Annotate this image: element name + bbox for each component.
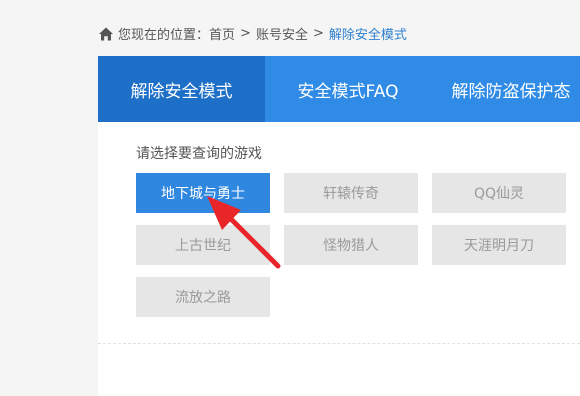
breadcrumb-home[interactable]: 首页 <box>209 24 235 43</box>
game-grid: 地下城与勇士 轩辕传奇 QQ仙灵 上古世纪 怪物猎人 天涯明月刀 流放之路 <box>136 173 580 323</box>
breadcrumb-separator: > <box>312 26 324 41</box>
divider <box>98 343 580 344</box>
content-panel: 解除安全模式 安全模式FAQ 解除防盗保护态 请选择要查询的游戏 地下城与勇士 … <box>98 56 580 396</box>
game-button-qqxianling[interactable]: QQ仙灵 <box>432 173 566 213</box>
game-button-xuanyuan[interactable]: 轩辕传奇 <box>284 173 418 213</box>
breadcrumb-prefix: 您现在的位置： <box>118 28 210 43</box>
breadcrumb-current[interactable]: 解除安全模式 <box>329 24 407 43</box>
game-button-moonlight-blade[interactable]: 天涯明月刀 <box>432 225 566 265</box>
game-select-prompt: 请选择要查询的游戏 <box>136 146 262 162</box>
breadcrumb-account-security[interactable]: 账号安全 <box>256 24 308 43</box>
breadcrumb: 您现在的位置： 首页 > 账号安全 > 解除安全模式 <box>98 24 407 43</box>
tab-unlock-anti-theft[interactable]: 解除防盗保护态 <box>431 56 580 122</box>
tab-safe-mode-faq[interactable]: 安全模式FAQ <box>265 56 431 122</box>
game-button-dnf[interactable]: 地下城与勇士 <box>136 173 270 213</box>
breadcrumb-separator: > <box>240 26 251 41</box>
tab-bar: 解除安全模式 安全模式FAQ 解除防盗保护态 <box>98 56 580 122</box>
home-icon <box>99 27 113 40</box>
game-button-path-of-exile[interactable]: 流放之路 <box>136 277 270 317</box>
tab-unlock-safe-mode[interactable]: 解除安全模式 <box>98 56 265 122</box>
game-button-monster-hunter[interactable]: 怪物猎人 <box>284 225 418 265</box>
game-button-archeage[interactable]: 上古世纪 <box>136 225 270 265</box>
